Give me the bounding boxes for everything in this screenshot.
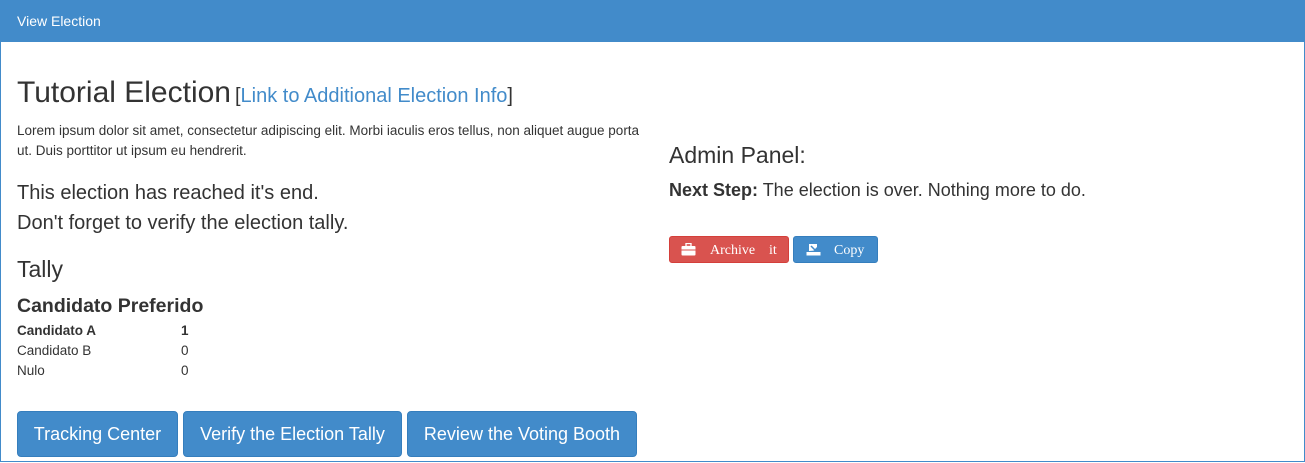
election-name: Tutorial Election [17,76,231,109]
review-voting-booth-button[interactable]: Review the Voting Booth [407,411,637,457]
additional-info-link[interactable]: Link to Additional Election Info [241,85,508,107]
export-icon [806,242,822,261]
archive-suffix: it [769,243,777,258]
table-row: Candidato B 0 [17,340,189,360]
next-step-label: Next Step: [669,180,759,200]
election-panel: View Election Tutorial Election [Link to … [0,0,1305,462]
panel-title: View Election [17,13,101,29]
tally-heading: Tally [17,256,64,282]
admin-panel-title: Admin Panel: [669,142,806,168]
election-title-row: Tutorial Election [Link to Additional Ele… [17,76,513,110]
panel-heading: View Election [1,0,1304,42]
table-row: Nulo 0 [17,360,189,380]
verify-tally-button[interactable]: Verify the Election Tally [183,411,402,457]
candidate-votes: 1 [181,322,189,338]
candidate-name: Candidato A [17,322,96,338]
archive-label: Archive [710,243,756,258]
copy-label: Copy [834,243,865,258]
next-step: Next Step: The election is over. Nothing… [669,180,1086,201]
candidate-name: Candidato B [17,342,92,358]
table-row: Candidato A 1 [17,320,189,340]
copy-button[interactable]: Copy [793,236,878,263]
bracket-close: ] [507,85,513,107]
status-line-ended: This election has reached it's end. [17,182,319,204]
election-info: [Link to Additional Election Info] [235,85,513,107]
briefcase-icon [681,242,696,261]
candidate-name: Nulo [17,362,45,378]
election-description: Lorem ipsum dolor sit amet, consectetur … [17,123,640,158]
candidate-votes: 0 [181,342,189,358]
results-table: Candidato A 1 Candidato B 0 Nulo 0 [17,320,189,380]
question-title: Candidato Preferido [17,295,204,317]
archive-button[interactable]: Archive it [669,236,789,263]
election-status: This election has reached it's end. Don'… [17,178,348,238]
tracking-center-button[interactable]: Tracking Center [17,411,178,457]
candidate-votes: 0 [181,362,189,378]
next-step-text: The election is over. Nothing more to do… [758,180,1086,200]
status-line-verify: Don't forget to verify the election tall… [17,212,349,234]
